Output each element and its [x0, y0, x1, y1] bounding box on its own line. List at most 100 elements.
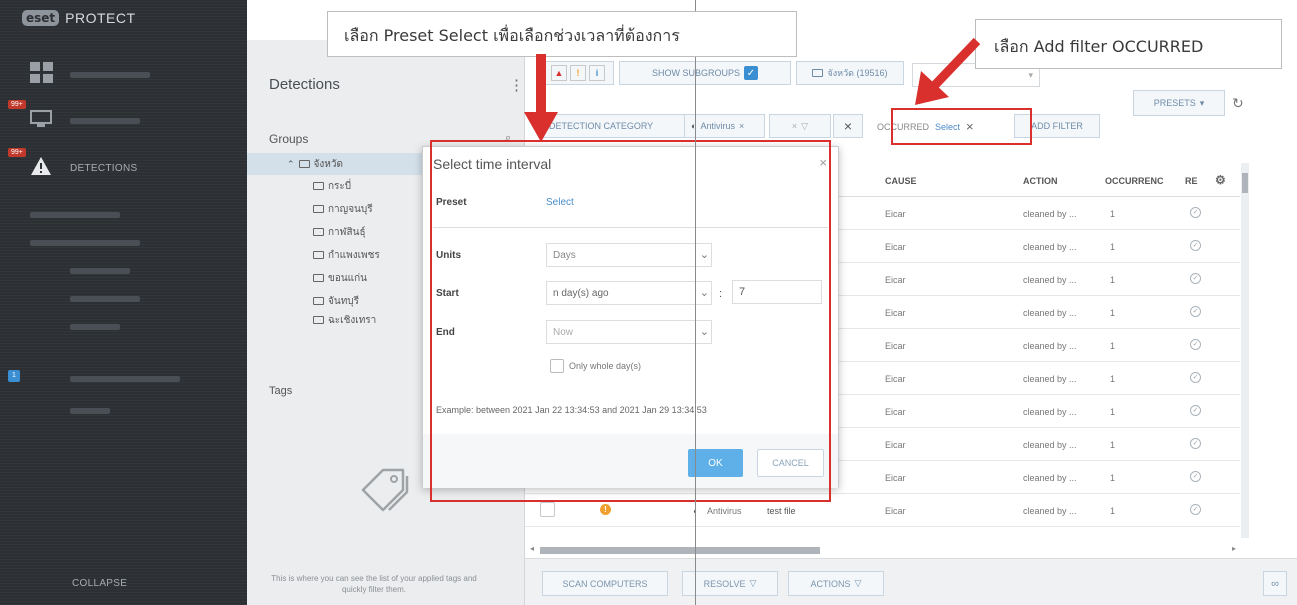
group-label: จังหวัด: [313, 158, 343, 170]
horizontal-scrollbar[interactable]: ◂ ▸: [530, 544, 1240, 556]
resolve-label: RESOLVE: [703, 578, 746, 589]
group-item-root[interactable]: ⌃ จังหวัด: [247, 153, 423, 175]
add-filter-button[interactable]: ADD FILTER: [1014, 114, 1100, 138]
nav-item-status-overview[interactable]: [70, 376, 180, 382]
folder-icon: [313, 316, 324, 324]
cell-cause: Eicar: [885, 341, 906, 351]
collapse-button[interactable]: COLLAPSE: [72, 578, 127, 589]
close-icon[interactable]: ×: [792, 121, 797, 131]
separator: :: [719, 288, 723, 300]
cell-occurrences: 1: [1110, 473, 1116, 483]
start-select[interactable]: n day(s) ago ⌄: [546, 281, 712, 305]
severity-info-toggle[interactable]: i: [589, 65, 605, 81]
nav-item-detections[interactable]: DETECTIONS: [70, 163, 137, 174]
cell-category: Antivirus: [707, 506, 742, 516]
cell-action: cleaned by ...: [1023, 275, 1077, 285]
column-resolved[interactable]: RE: [1185, 176, 1198, 186]
scroll-left-icon[interactable]: ◂: [530, 544, 534, 553]
whole-days-checkbox[interactable]: [550, 359, 564, 373]
cell-cause: Eicar: [885, 506, 906, 516]
start-value: n day(s) ago: [553, 288, 609, 299]
cell-occurrences: 1: [1110, 242, 1116, 252]
group-filter-button[interactable]: จังหวัด (19516): [796, 61, 904, 85]
page-title: Detections: [269, 76, 340, 93]
scrollbar-thumb[interactable]: [1242, 173, 1248, 193]
cell-action: cleaned by ...: [1023, 341, 1077, 351]
occurred-filter[interactable]: OCCURRED Select ×: [877, 119, 974, 134]
eset-logo: eset PROTECT: [22, 10, 136, 26]
group-item[interactable]: กาฬสินธุ์: [247, 221, 423, 243]
group-item[interactable]: กาญจนบุรี: [247, 198, 423, 220]
chevron-up-icon[interactable]: ⌃: [287, 159, 295, 170]
group-label: กาญจนบุรี: [328, 203, 373, 215]
ok-button[interactable]: OK: [688, 449, 743, 477]
table-row[interactable]: ! ◐ Antivirus test file Eicar cleaned by…: [525, 494, 1240, 527]
group-label: ฉะเชิงเทรา: [328, 314, 377, 326]
chevron-down-icon[interactable]: ▾: [1028, 70, 1033, 81]
divider: [433, 227, 828, 228]
nav-item-tasks[interactable]: [30, 240, 140, 246]
remove-chip-icon[interactable]: ×: [739, 121, 744, 131]
nav-item-more[interactable]: [70, 408, 110, 414]
group-item[interactable]: กำแพงเพชร: [247, 244, 423, 266]
row-checkbox[interactable]: [540, 502, 555, 517]
close-icon[interactable]: ×: [819, 155, 827, 170]
group-item[interactable]: กระบี่: [247, 175, 423, 197]
antivirus-chip[interactable]: ◐ Antivirus ×: [685, 114, 765, 138]
group-item[interactable]: ขอนแก่น: [247, 267, 423, 289]
units-select[interactable]: Days ⌄: [546, 243, 712, 267]
nav-item-installers[interactable]: [70, 268, 130, 274]
show-subgroups-toggle[interactable]: SHOW SUBGROUPS ✓: [619, 61, 791, 85]
main-navigation: eset PROTECT 99+ 99+ DETECTIONS 1 COLLAP…: [0, 0, 247, 605]
search-icon[interactable]: ⌕: [505, 132, 511, 145]
computer-icon[interactable]: [30, 110, 52, 128]
end-select[interactable]: Now ⌄: [546, 320, 712, 344]
cell-occurrences: 1: [1110, 506, 1116, 516]
chevron-down-icon: ⌄: [699, 326, 709, 338]
preset-select[interactable]: Select: [546, 197, 574, 208]
nav-item-notifications[interactable]: [70, 324, 120, 330]
cancel-button[interactable]: CANCEL: [757, 449, 824, 477]
refresh-icon[interactable]: ↻: [1232, 95, 1244, 112]
nav-item-reports[interactable]: [30, 212, 120, 218]
group-item[interactable]: จันทบุรี: [247, 290, 423, 312]
callout-preset: เลือก Preset Select เพื่อเลือกช่วงเวลาที…: [327, 11, 797, 57]
column-cause[interactable]: CAUSE: [885, 176, 917, 186]
cell-cause: Eicar: [885, 209, 906, 219]
cell-cause: Eicar: [885, 242, 906, 252]
checkbox-checked-icon[interactable]: ✓: [744, 66, 758, 80]
vertical-scrollbar[interactable]: [1241, 163, 1249, 538]
nav-item-computers[interactable]: [70, 118, 140, 124]
start-number-input[interactable]: 7: [732, 280, 822, 304]
link-icon[interactable]: ∞: [1263, 571, 1287, 596]
resolve-button[interactable]: RESOLVE ▽: [682, 571, 778, 596]
group-item[interactable]: ฉะเชิงเทรา: [247, 313, 423, 327]
nav-item-dashboard[interactable]: [70, 72, 150, 78]
resolved-check-icon: ✓: [1190, 240, 1201, 251]
category-dropdown[interactable]: × ▽: [769, 114, 831, 138]
actions-button[interactable]: ACTIONS ▽: [788, 571, 884, 596]
remove-category-filter-button[interactable]: ×: [833, 114, 863, 138]
column-occurrences[interactable]: OCCURRENC: [1105, 176, 1164, 186]
guide-line: [695, 0, 696, 605]
cell-occurrences: 1: [1110, 374, 1116, 384]
occurred-select[interactable]: Select: [935, 122, 960, 132]
column-action[interactable]: ACTION: [1023, 176, 1058, 186]
chevron-down-icon[interactable]: ▽: [801, 121, 808, 132]
severity-medium-toggle[interactable]: !: [570, 65, 586, 81]
remove-occurred-icon[interactable]: ×: [966, 119, 974, 134]
scrollbar-thumb[interactable]: [540, 547, 820, 554]
scan-computers-button[interactable]: SCAN COMPUTERS: [542, 571, 668, 596]
resolved-check-icon: ✓: [1190, 207, 1201, 218]
settings-gear-icon[interactable]: ⚙: [1215, 173, 1226, 187]
scroll-right-icon[interactable]: ▸: [1232, 544, 1236, 553]
dashboard-icon[interactable]: [30, 62, 54, 84]
nav-item-policies[interactable]: [70, 296, 140, 302]
presets-button[interactable]: PRESETS ▾: [1133, 90, 1225, 116]
preset-label: Preset: [436, 197, 467, 208]
warning-icon[interactable]: [30, 156, 52, 176]
folder-icon: [313, 297, 324, 305]
folder-icon: [313, 205, 324, 213]
cell-cause: Eicar: [885, 308, 906, 318]
callout-add-filter: เลือก Add filter OCCURRED: [975, 19, 1282, 69]
